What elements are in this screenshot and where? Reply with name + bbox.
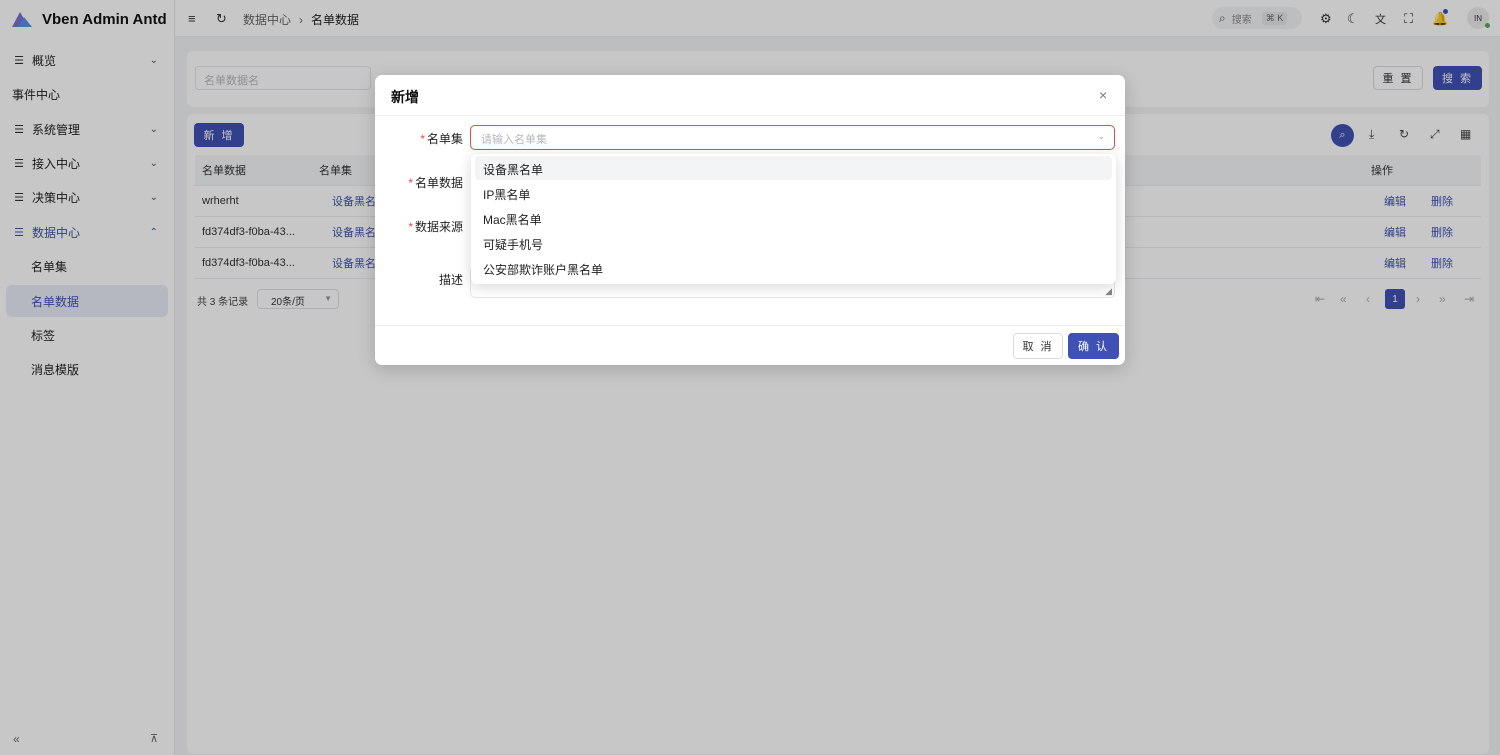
required-mark: * (420, 132, 425, 146)
dropdown-option[interactable]: IP黑名单 (475, 181, 1112, 205)
dropdown-option[interactable]: 可疑手机号 (475, 231, 1112, 255)
modal-title: 新增 (391, 89, 419, 105)
list-set-label-text: 名单集 (426, 132, 463, 146)
close-icon[interactable]: × (1099, 87, 1107, 103)
list-set-dropdown: 设备黑名单 IP黑名单 Mac黑名单 可疑手机号 公安部欺诈账户黑名单 (471, 154, 1116, 284)
list-data-label: * 名单数据 (408, 174, 463, 191)
cancel-button[interactable]: 取 消 (1013, 333, 1063, 359)
resize-grip-icon[interactable]: ◢ (1105, 286, 1112, 297)
data-source-label: * 数据来源 (408, 218, 463, 235)
divider (375, 115, 1125, 116)
required-mark: * (408, 176, 413, 190)
list-set-select[interactable]: 请输入名单集 ⌄ (470, 125, 1115, 150)
list-set-placeholder: 请输入名单集 (481, 134, 547, 146)
dropdown-option[interactable]: 设备黑名单 (475, 156, 1112, 180)
dropdown-option[interactable]: Mac黑名单 (475, 206, 1112, 230)
required-mark: * (408, 220, 413, 234)
data-source-label-text: 数据来源 (414, 220, 463, 234)
list-data-label-text: 名单数据 (414, 176, 463, 190)
chevron-down-icon: ⌄ (1097, 131, 1105, 141)
divider (375, 325, 1125, 326)
dropdown-option[interactable]: 公安部欺诈账户黑名单 (475, 256, 1112, 280)
list-set-label: * 名单集 (420, 130, 463, 147)
description-label: 描述 (438, 273, 463, 287)
confirm-button[interactable]: 确 认 (1068, 333, 1119, 359)
